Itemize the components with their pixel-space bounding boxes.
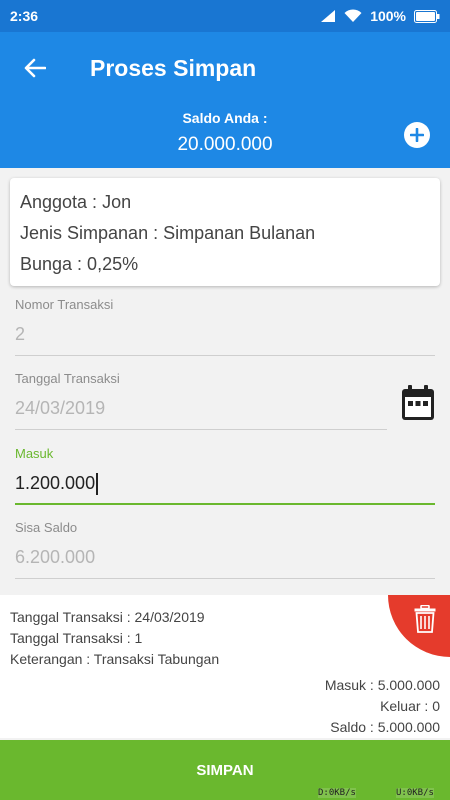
savings-type: Jenis Simpanan : Simpanan Bulanan <box>20 223 316 243</box>
history-out: Keluar : 0 <box>380 698 440 714</box>
balance-label: Saldo Anda : <box>182 110 268 126</box>
text-cursor <box>96 473 99 496</box>
battery-icon <box>414 9 440 23</box>
save-button[interactable]: SIMPAN <box>0 740 450 800</box>
deposit-value: 1.200.000 <box>15 473 96 493</box>
wifi-icon <box>344 9 362 23</box>
member-info-card: Anggota : Jon Jenis Simpanan : Simpanan … <box>10 178 440 286</box>
history-date: Tanggal Transaksi : 24/03/2019 <box>10 609 205 625</box>
history-in: Masuk : 5.000.000 <box>324 677 440 693</box>
history-number: Tanggal Transaksi : 1 <box>10 630 143 646</box>
transaction-date-field: Tanggal Transaksi 24/03/2019 <box>15 371 387 430</box>
app-bar: Proses Simpan <box>0 32 450 104</box>
status-time: 2:36 <box>10 8 39 24</box>
member-name: Anggota : Jon <box>20 192 132 212</box>
download-speed: D:0KB/s <box>318 788 356 798</box>
history-note: Keterangan : Transaksi Tabungan <box>10 651 220 667</box>
transaction-number-field: Nomor Transaksi 2 <box>15 297 435 356</box>
page-title: Proses Simpan <box>90 54 257 81</box>
transaction-date-label: Tanggal Transaksi <box>15 371 120 386</box>
calendar-icon[interactable] <box>400 384 436 422</box>
upload-speed: U:0KB/s <box>396 788 434 798</box>
remaining-balance-field: Sisa Saldo 6.200.000 <box>15 520 435 579</box>
transaction-date-input[interactable]: 24/03/2019 <box>15 398 387 430</box>
balance-header: Saldo Anda : 20.000.000 <box>0 104 450 168</box>
save-button-label: SIMPAN <box>196 761 254 779</box>
interest-rate: Bunga : 0,25% <box>20 254 139 274</box>
transaction-number-label: Nomor Transaksi <box>15 297 114 312</box>
balance-amount: 20.000.000 <box>177 134 273 155</box>
status-bar: 2:36 100% <box>0 0 450 32</box>
back-button[interactable] <box>0 32 70 104</box>
back-arrow-icon <box>24 58 46 78</box>
deposit-input[interactable]: 1.200.000 <box>15 473 435 505</box>
status-indicators: 100% <box>320 8 440 24</box>
add-icon <box>410 128 424 142</box>
remaining-balance-label: Sisa Saldo <box>15 520 78 535</box>
signal-icon <box>320 9 336 23</box>
trash-icon <box>414 605 436 633</box>
add-button[interactable] <box>404 122 430 148</box>
battery-percent: 100% <box>370 8 406 24</box>
remaining-balance-input: 6.200.000 <box>15 547 435 579</box>
deposit-field: Masuk 1.200.000 <box>15 446 435 505</box>
deposit-label: Masuk <box>15 446 54 461</box>
history-balance: Saldo : 5.000.000 <box>330 719 440 735</box>
transaction-number-input: 2 <box>15 324 435 356</box>
transaction-history-item: Tanggal Transaksi : 24/03/2019 Tanggal T… <box>0 595 450 738</box>
